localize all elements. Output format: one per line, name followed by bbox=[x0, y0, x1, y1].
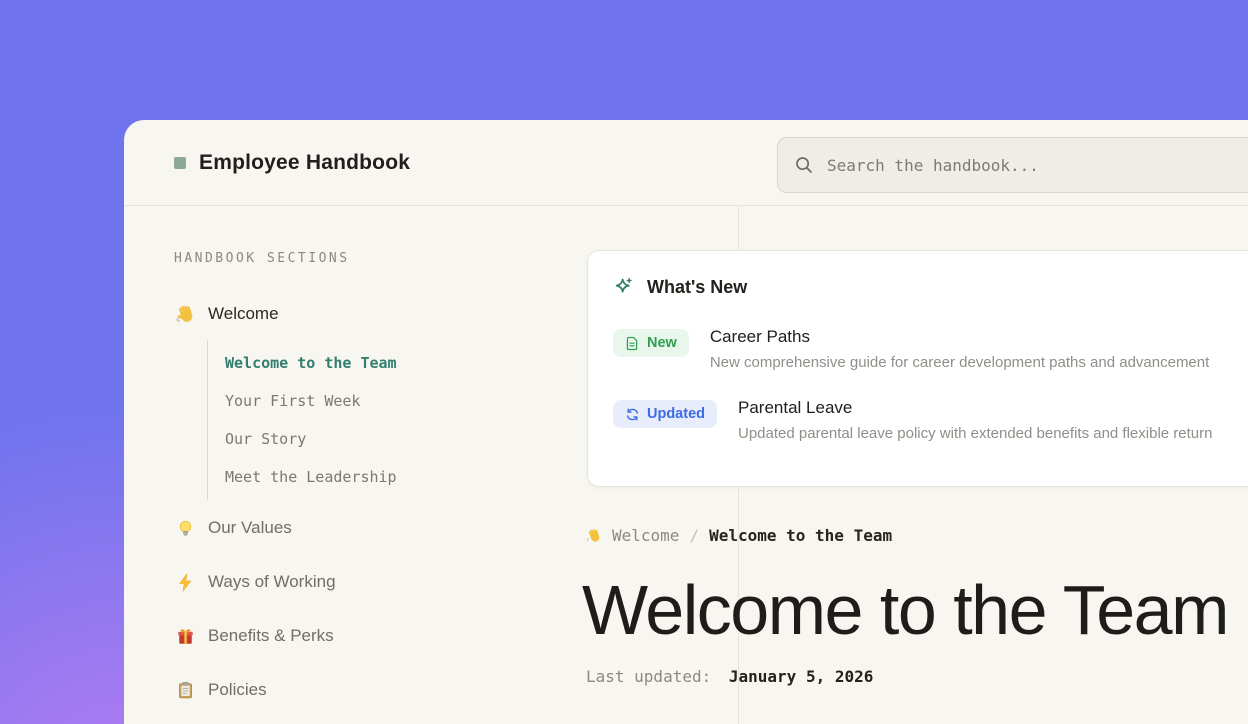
logo-square-icon bbox=[174, 157, 186, 169]
badge-label: New bbox=[647, 335, 677, 351]
whats-new-item-title: Parental Leave bbox=[738, 398, 1212, 418]
wave-icon bbox=[174, 304, 196, 325]
wave-icon bbox=[586, 528, 602, 544]
breadcrumb: Welcome / Welcome to the Team bbox=[586, 526, 892, 545]
whats-new-item[interactable]: Updated Parental Leave Updated parental … bbox=[613, 398, 1248, 442]
sidebar-item-label: Our Values bbox=[208, 518, 292, 538]
sparkle-icon bbox=[613, 277, 634, 298]
app-header: Employee Handbook bbox=[124, 120, 1248, 206]
sidebar-item-welcome[interactable]: Welcome bbox=[174, 300, 514, 328]
whats-new-title: What's New bbox=[647, 277, 747, 298]
breadcrumb-section-link[interactable]: Welcome bbox=[612, 526, 679, 545]
search-input[interactable] bbox=[827, 156, 1248, 175]
bulb-icon bbox=[174, 519, 196, 538]
sidebar-item-benefits-perks[interactable]: Benefits & Perks bbox=[174, 622, 514, 650]
updated-badge: Updated bbox=[613, 400, 717, 428]
breadcrumb-separator: / bbox=[689, 526, 699, 545]
app-window: Employee Handbook HANDBOOK SECTIONS bbox=[124, 120, 1248, 724]
whats-new-item-description: Updated parental leave policy with exten… bbox=[738, 425, 1212, 442]
search-icon bbox=[794, 155, 814, 175]
brand: Employee Handbook bbox=[174, 120, 410, 206]
whats-new-item-text: Career Paths New comprehensive guide for… bbox=[710, 327, 1209, 371]
zap-icon bbox=[174, 573, 196, 592]
sidebar-item-ways-of-working[interactable]: Ways of Working bbox=[174, 568, 514, 596]
breadcrumb-current-page: Welcome to the Team bbox=[709, 526, 892, 545]
whats-new-item-text: Parental Leave Updated parental leave po… bbox=[738, 398, 1212, 442]
sidebar-item-policies[interactable]: Policies bbox=[174, 676, 514, 704]
subnav-item-our-story[interactable]: Our Story bbox=[208, 420, 514, 458]
app-title: Employee Handbook bbox=[199, 151, 410, 175]
sidebar-item-our-values[interactable]: Our Values bbox=[174, 514, 514, 542]
subnav-item-meet-the-leadership[interactable]: Meet the Leadership bbox=[208, 458, 514, 496]
sidebar-item-label: Benefits & Perks bbox=[208, 626, 334, 646]
sidebar-subnav-welcome: Welcome to the Team Your First Week Our … bbox=[207, 340, 514, 500]
last-updated-label: Last updated: bbox=[586, 667, 711, 686]
whats-new-item-description: New comprehensive guide for career devel… bbox=[710, 354, 1209, 371]
badge-label: Updated bbox=[647, 406, 705, 422]
sidebar-section-label: HANDBOOK SECTIONS bbox=[174, 251, 514, 266]
subnav-item-your-first-week[interactable]: Your First Week bbox=[208, 382, 514, 420]
whats-new-header: What's New bbox=[613, 277, 1248, 298]
page-title: Welcome to the Team bbox=[582, 570, 1228, 650]
whats-new-item-title: Career Paths bbox=[710, 327, 1209, 347]
sidebar: HANDBOOK SECTIONS Welcome bbox=[174, 251, 514, 704]
search-box[interactable] bbox=[777, 137, 1248, 193]
sidebar-item-label: Welcome bbox=[208, 304, 279, 324]
last-updated: Last updated: January 5, 2026 bbox=[586, 667, 873, 686]
whats-new-item[interactable]: New Career Paths New comprehensive guide… bbox=[613, 327, 1248, 371]
new-badge: New bbox=[613, 329, 689, 357]
refresh-icon bbox=[625, 407, 640, 422]
subnav-item-welcome-to-the-team[interactable]: Welcome to the Team bbox=[208, 344, 514, 382]
sidebar-item-label: Policies bbox=[208, 680, 267, 700]
clipboard-icon bbox=[174, 681, 196, 700]
whats-new-card: What's New New Career Paths New comprehe… bbox=[587, 250, 1248, 487]
sidebar-item-label: Ways of Working bbox=[208, 572, 336, 592]
gift-icon bbox=[174, 627, 196, 646]
document-icon bbox=[625, 336, 640, 351]
last-updated-value: January 5, 2026 bbox=[729, 667, 874, 686]
